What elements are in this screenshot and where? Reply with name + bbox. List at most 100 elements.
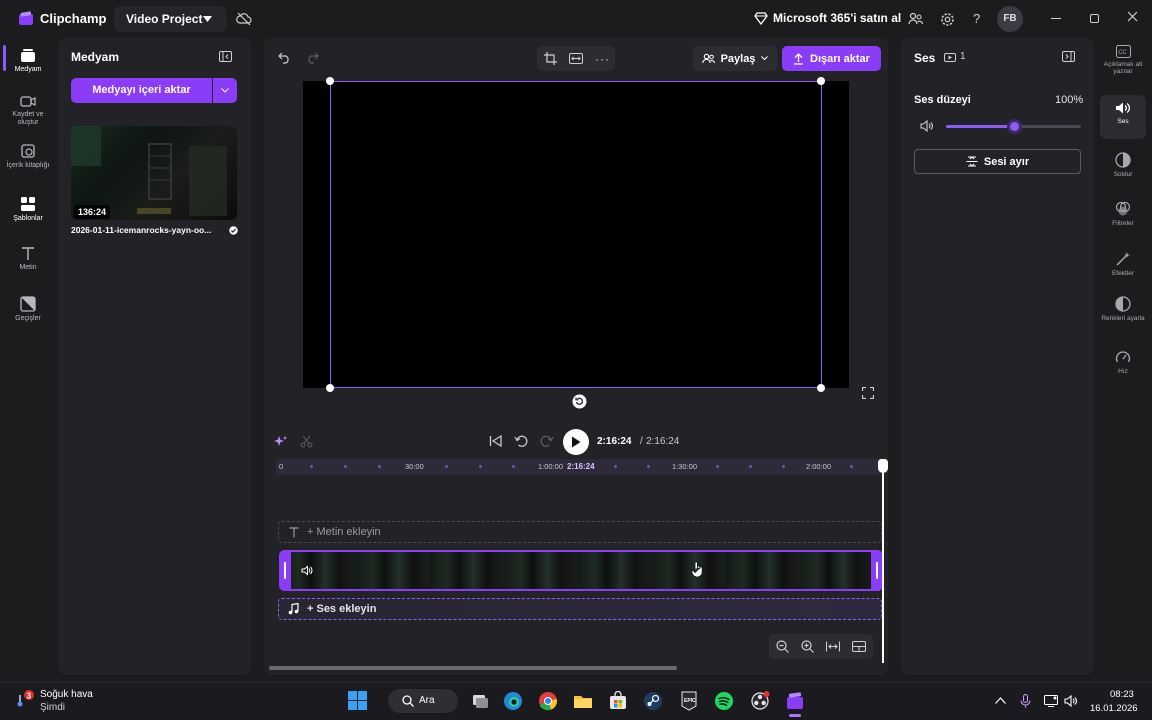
spotify-icon[interactable]	[714, 691, 734, 711]
weather-title[interactable]: Soğuk hava	[40, 689, 93, 700]
media-panel-title: Medyam	[71, 50, 120, 64]
collapse-panel-icon[interactable]	[1062, 51, 1075, 62]
hand-cursor-icon	[691, 561, 704, 578]
notification-badge: 3	[27, 692, 32, 701]
rrail-item-label: Hız	[1118, 368, 1128, 375]
minimize-icon[interactable]	[1051, 18, 1061, 19]
clip-trim-handle-left[interactable]	[279, 550, 291, 591]
text-track[interactable]: + Metin ekleyin	[278, 521, 882, 543]
network-icon[interactable]	[1044, 695, 1058, 707]
microphone-icon[interactable]	[1020, 694, 1031, 708]
crop-icon[interactable]	[544, 52, 557, 65]
zoom-in-icon[interactable]	[801, 640, 814, 653]
steam-icon[interactable]	[643, 691, 663, 711]
timeline-layout-icon[interactable]	[852, 641, 866, 652]
playhead-handle[interactable]	[878, 459, 888, 473]
undo-icon[interactable]	[278, 52, 291, 64]
clip-count: 1	[960, 51, 966, 62]
rail-item-content-library[interactable]: İçerik kitaplığı	[4, 143, 52, 170]
rewind-5-icon[interactable]	[514, 434, 528, 448]
chevron-up-icon[interactable]	[995, 697, 1006, 704]
split-audio-button[interactable]: Sesi ayır	[914, 149, 1081, 174]
epic-games-icon[interactable]: EPIC	[679, 691, 699, 711]
audio-track[interactable]: + Ses ekleyin	[278, 598, 882, 620]
project-name-button[interactable]: Video Project	[114, 6, 226, 32]
edge-icon[interactable]	[503, 691, 523, 711]
rrail-item-fade[interactable]: Soldur	[1100, 152, 1146, 178]
export-button[interactable]: Dışarı aktar	[782, 46, 881, 71]
tick-dot	[310, 465, 313, 468]
rrail-item-adjust-colors[interactable]: Renkleri ayarla	[1100, 296, 1146, 322]
gear-icon[interactable]	[939, 11, 955, 27]
tick-label: 1:30:00	[672, 462, 698, 471]
rail-item-text[interactable]: Metin	[4, 246, 52, 272]
clipchamp-taskbar-icon[interactable]	[785, 691, 805, 711]
rail-item-media[interactable]: Medyam	[4, 48, 52, 74]
fullscreen-icon[interactable]	[862, 387, 874, 399]
selection-frame[interactable]	[330, 81, 822, 388]
audio-icon	[1116, 102, 1130, 114]
rrail-item-speed[interactable]: Hız	[1100, 350, 1146, 375]
tick-label: 0	[279, 462, 284, 471]
resize-handle[interactable]	[326, 77, 334, 85]
import-options-button[interactable]	[213, 78, 237, 103]
taskbar-search[interactable]: Ara	[388, 689, 458, 713]
forward-5-icon[interactable]	[540, 434, 554, 448]
speaker-icon[interactable]	[920, 120, 934, 132]
filters-icon	[1115, 201, 1131, 216]
video-clip[interactable]	[279, 550, 883, 591]
cloud-off-icon[interactable]	[235, 10, 253, 28]
project-name: Video Project	[126, 12, 203, 26]
weather-icon[interactable]: 3	[14, 690, 36, 710]
import-media-button[interactable]: Medyayı içeri aktar	[71, 78, 212, 103]
resize-handle[interactable]	[817, 384, 825, 392]
avatar[interactable]: FB	[997, 6, 1023, 32]
share-button[interactable]: Paylaş	[693, 46, 777, 71]
media-duration: 136:24	[74, 205, 111, 219]
windows-start-icon[interactable]	[348, 691, 367, 710]
play-button[interactable]	[563, 429, 589, 455]
fit-icon[interactable]	[569, 53, 583, 64]
rrail-item-captions[interactable]: CC Açıklamalı alt yazılar	[1100, 45, 1146, 75]
rail-item-transitions[interactable]: Geçişler	[4, 296, 52, 323]
playhead-line[interactable]	[882, 463, 884, 663]
rrail-item-effects[interactable]: Efektler	[1100, 251, 1146, 277]
rail-item-templates[interactable]: Şablonlar	[4, 196, 52, 223]
speaker-icon	[301, 565, 313, 576]
timeline-scrollbar[interactable]	[269, 666, 677, 670]
record-icon	[20, 96, 36, 107]
ms365-offer-link[interactable]: Microsoft 365'i satın al	[773, 11, 901, 25]
more-options-icon[interactable]: ···	[595, 52, 610, 66]
volume-slider-thumb[interactable]	[1007, 119, 1022, 134]
volume-icon[interactable]	[1064, 695, 1078, 707]
split-icon	[966, 156, 978, 167]
rotate-icon[interactable]	[572, 394, 587, 409]
people-icon[interactable]	[907, 11, 923, 27]
rrail-item-audio[interactable]: Ses	[1100, 95, 1146, 139]
rrail-item-label: Soldur	[1113, 171, 1133, 178]
store-icon[interactable]	[608, 691, 628, 711]
file-explorer-icon[interactable]	[573, 691, 593, 711]
close-icon[interactable]	[1127, 11, 1138, 22]
magic-icon[interactable]	[274, 435, 288, 448]
resize-handle[interactable]	[326, 384, 334, 392]
clock-date[interactable]: 16.01.2026	[1090, 703, 1138, 714]
scissors-icon[interactable]	[300, 435, 313, 448]
rail-item-record[interactable]: Kaydet ve oluştur	[4, 95, 52, 127]
skip-back-icon[interactable]	[489, 435, 502, 447]
redo-icon[interactable]	[306, 52, 319, 64]
rrail-item-filters[interactable]: Filtreler	[1100, 201, 1146, 227]
zoom-out-icon[interactable]	[776, 640, 789, 653]
clock-time[interactable]: 08:23	[1110, 689, 1134, 700]
restore-icon[interactable]	[1090, 14, 1099, 23]
chrome-icon[interactable]	[538, 691, 558, 711]
collapse-panel-icon[interactable]	[219, 51, 232, 62]
rail-item-label: Geçişler	[15, 315, 41, 322]
volume-value: 100%	[1055, 94, 1084, 106]
obs-icon[interactable]	[750, 691, 770, 711]
upload-icon	[794, 52, 804, 65]
fit-timeline-icon[interactable]	[826, 641, 840, 652]
task-view-icon[interactable]	[470, 691, 490, 711]
resize-handle[interactable]	[817, 77, 825, 85]
help-icon[interactable]: ?	[973, 11, 980, 26]
